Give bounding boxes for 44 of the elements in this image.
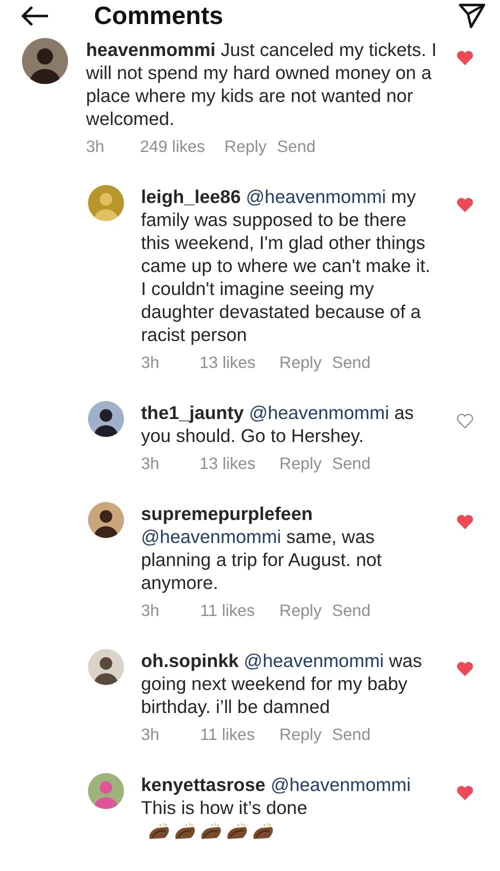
mention-link[interactable]: @heavenmommi [270,774,411,795]
reply-link[interactable]: Reply [269,354,332,373]
like-count[interactable]: 249 likes [131,138,214,157]
like-count[interactable]: 13 likes [186,354,269,373]
avatar[interactable] [88,649,124,685]
heart-icon[interactable] [456,661,474,677]
back-icon[interactable] [20,5,50,27]
comment-time: 3h [141,455,160,474]
comment-time: 3h [86,138,106,157]
mention-link[interactable]: @heavenmommi [244,650,384,671]
like-count[interactable]: 13 likes [186,455,269,474]
comment-time: 3h [141,354,160,373]
comment-text: the1_jaunty @heavenmommi as you should. Go to Hershey. [141,401,415,447]
comment-text: leigh_lee86 @heavenmommi my family was supposed to be there this weekend, I'm glad other things came up to where we can't make it. I couldn't imagine seeing my daughter devastated because of a racist person [141,185,432,346]
comment-text: supremepurplefeen @heavenmommi same, was planning a trip for August. not anymore. [141,502,383,594]
send-icon[interactable] [458,3,486,29]
mention-link[interactable]: @heavenmommi [248,402,390,423]
mention-link[interactable]: @heavenmommi [141,526,282,547]
comment-text: kenyettasrose @heavenmommi This is how it’s done [141,773,433,842]
comment-time: 3h [141,726,160,745]
mention-link[interactable]: @heavenmommi [246,186,386,207]
reply-link[interactable]: Reply [214,138,277,157]
heart-icon[interactable] [456,50,474,66]
send-link[interactable]: Send [277,138,316,157]
heart-icon[interactable] [456,785,474,801]
reply-link[interactable]: Reply [269,602,332,621]
screen-title: Comments [94,2,224,30]
heart-icon[interactable] [456,197,474,213]
send-link[interactable]: Send [332,354,371,373]
heart-icon[interactable] [456,413,474,429]
avatar[interactable] [22,38,68,84]
send-link[interactable]: Send [332,602,371,621]
avatar[interactable] [88,401,124,437]
reply-link[interactable]: Reply [269,455,332,474]
heart-icon[interactable] [456,514,474,530]
comment-time: 3h [141,602,160,621]
comment-text: oh.sopinkk @heavenmommi was going next weekend for my baby birthday. i’ll be damned [141,649,423,718]
reply-link[interactable]: Reply [269,726,332,745]
send-link[interactable]: Send [332,726,371,745]
send-link[interactable]: Send [332,455,371,474]
like-count[interactable]: 11 likes [186,602,269,621]
comment-text: heavenmommi Just canceled my tickets. I will not spend my hard owned money on a place where my kids are not wanted nor welcomed. [86,38,438,130]
like-count[interactable]: 11 likes [186,726,269,745]
avatar[interactable] [88,502,124,538]
